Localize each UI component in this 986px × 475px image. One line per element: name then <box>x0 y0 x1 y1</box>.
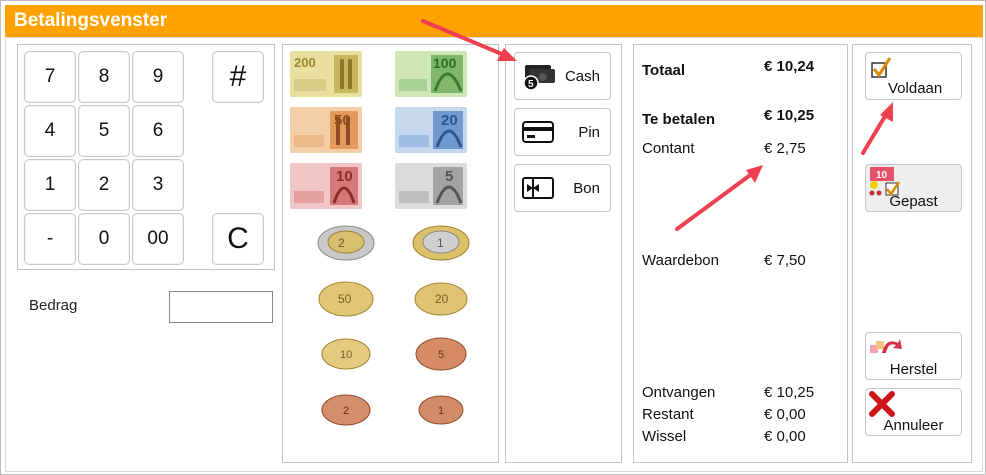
key-00[interactable]: 00 <box>132 213 184 265</box>
keypad-panel: 7 8 9 # 4 5 6 1 2 3 - 0 00 C <box>17 44 275 270</box>
gepast-label: Gepast <box>889 193 938 210</box>
amount-label: Bedrag <box>29 297 78 314</box>
svg-text:5: 5 <box>445 168 453 185</box>
money-panel: 200 100 50 20 10 5 2 1 50 20 10 5 2 1 <box>282 44 499 463</box>
restant-label: Restant <box>642 406 694 423</box>
annuleer-label: Annuleer <box>883 417 944 434</box>
coin-10-cent-icon[interactable]: 10 <box>316 332 376 374</box>
totaal-label: Totaal <box>642 62 686 79</box>
coin-2-euro-icon[interactable]: 2 <box>316 221 376 263</box>
cash-label: Cash <box>564 68 600 85</box>
key-1[interactable]: 1 <box>24 159 76 211</box>
action-panel: Voldaan 10 Gepast Herstel Annuleer <box>852 44 972 463</box>
coin-50-cent-icon[interactable]: 50 <box>316 277 376 319</box>
svg-text:10: 10 <box>876 170 888 181</box>
svg-text:200: 200 <box>294 55 316 70</box>
totaal-value: € 10,24 <box>764 58 815 75</box>
voldaan-button[interactable]: Voldaan <box>865 52 962 100</box>
key-5[interactable]: 5 <box>78 105 130 157</box>
coin-20-cent-icon[interactable]: 20 <box>411 277 471 319</box>
summary-panel: Totaal € 10,24 Te betalen € 10,25 Contan… <box>633 44 848 463</box>
payment-window: Betalingsvenster 7 8 9 # 4 5 6 1 2 3 - 0… <box>0 0 986 475</box>
key-7[interactable]: 7 <box>24 51 76 103</box>
coin-1-euro-icon[interactable]: 1 <box>411 221 471 263</box>
amount-input[interactable] <box>169 291 273 323</box>
pin-label: Pin <box>578 124 600 141</box>
te-betalen-label: Te betalen <box>642 111 716 128</box>
key-3[interactable]: 3 <box>132 159 184 211</box>
voucher-icon <box>521 175 555 208</box>
gepast-button[interactable]: 10 Gepast <box>865 164 962 212</box>
coin-5-cent-icon[interactable]: 5 <box>411 332 471 374</box>
note-50-icon[interactable]: 50 <box>290 107 362 153</box>
svg-text:5: 5 <box>528 79 534 90</box>
svg-text:2: 2 <box>338 236 345 250</box>
note-100-icon[interactable]: 100 <box>395 51 467 97</box>
note-10-icon[interactable]: 10 <box>290 163 362 209</box>
svg-text:1: 1 <box>438 405 444 417</box>
key-minus[interactable]: - <box>24 213 76 265</box>
cash-button[interactable]: 5 Cash <box>514 52 611 100</box>
svg-text:20: 20 <box>435 292 449 306</box>
ontvangen-value: € 10,25 <box>764 384 815 401</box>
key-4[interactable]: 4 <box>24 105 76 157</box>
key-clear[interactable]: C <box>212 213 264 265</box>
svg-text:2: 2 <box>343 405 349 417</box>
coin-2-cent-icon[interactable]: 2 <box>316 388 376 430</box>
contant-label: Contant <box>642 140 695 157</box>
card-icon <box>521 119 555 152</box>
ontvangen-label: Ontvangen <box>642 384 716 401</box>
window-title: Betalingsvenster <box>5 5 983 37</box>
key-0[interactable]: 0 <box>78 213 130 265</box>
key-6[interactable]: 6 <box>132 105 184 157</box>
svg-text:1: 1 <box>437 236 444 250</box>
key-2[interactable]: 2 <box>78 159 130 211</box>
wissel-value: € 0,00 <box>764 428 806 445</box>
annuleer-button[interactable]: Annuleer <box>865 388 962 436</box>
note-20-icon[interactable]: 20 <box>395 107 467 153</box>
cash-icon: 5 <box>521 63 555 96</box>
herstel-label: Herstel <box>889 361 938 378</box>
note-5-icon[interactable]: 5 <box>395 163 467 209</box>
svg-text:50: 50 <box>338 292 352 306</box>
wissel-label: Wissel <box>642 428 687 445</box>
svg-text:100: 100 <box>433 55 457 71</box>
bon-button[interactable]: Bon <box>514 164 611 212</box>
svg-text:50: 50 <box>334 112 351 129</box>
key-8[interactable]: 8 <box>78 51 130 103</box>
key-hash[interactable]: # <box>212 51 264 103</box>
pin-button[interactable]: Pin <box>514 108 611 156</box>
restant-value: € 0,00 <box>764 406 806 423</box>
svg-text:5: 5 <box>438 349 444 361</box>
svg-text:10: 10 <box>340 349 352 361</box>
contant-value: € 2,75 <box>764 140 806 157</box>
key-9[interactable]: 9 <box>132 51 184 103</box>
svg-text:20: 20 <box>441 112 458 129</box>
payment-method-panel: 5 Cash Pin Bon <box>505 44 622 463</box>
bon-label: Bon <box>573 180 600 197</box>
waardebon-label: Waardebon <box>642 252 719 269</box>
svg-text:10: 10 <box>336 168 353 185</box>
herstel-button[interactable]: Herstel <box>865 332 962 380</box>
waardebon-value: € 7,50 <box>764 252 806 269</box>
coin-1-cent-icon[interactable]: 1 <box>411 388 471 430</box>
voldaan-label: Voldaan <box>888 80 943 97</box>
te-betalen-value: € 10,25 <box>764 107 815 124</box>
note-200-icon[interactable]: 200 <box>290 51 362 97</box>
